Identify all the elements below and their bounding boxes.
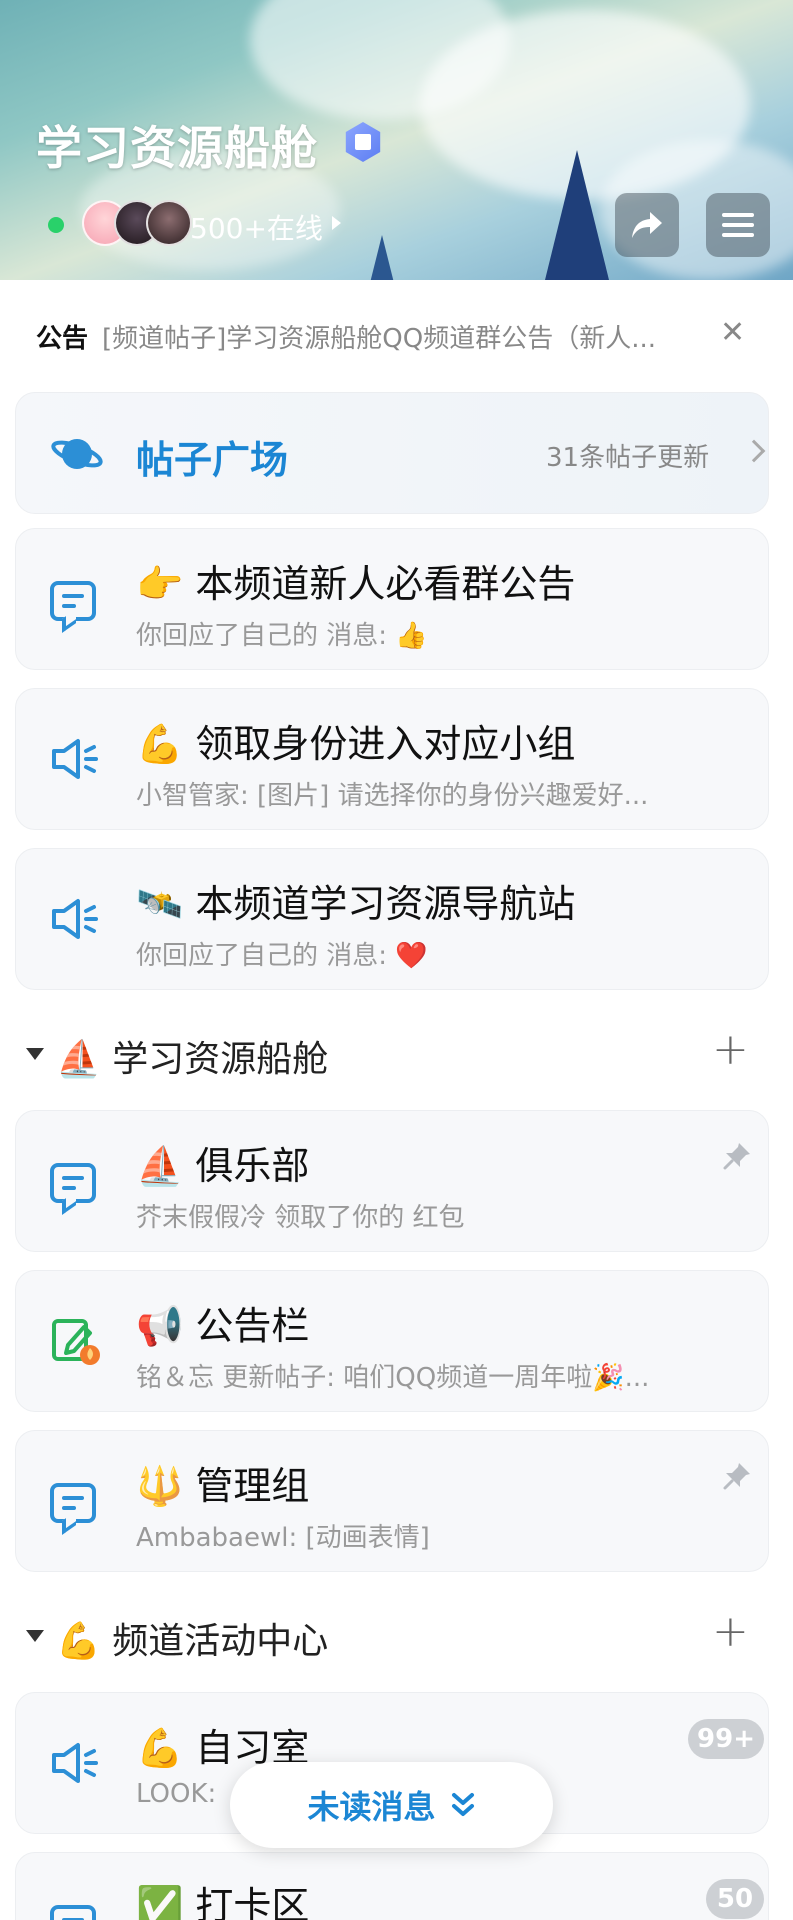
channel-emoji: 💪	[136, 1726, 184, 1770]
edit-post-icon	[52, 1319, 100, 1365]
channel-name: 💪 领取身份进入对应小组	[136, 713, 575, 768]
announcement-bar[interactable]: 公告 [频道帖子]学习资源船舱QQ频道群公告（新人... ✕	[0, 280, 793, 392]
channel-item[interactable]: ✅ 打卡区 50	[15, 1852, 769, 1920]
channel-emoji: 📢	[136, 1304, 184, 1348]
chat-icon	[50, 1905, 96, 1920]
menu-button[interactable]	[706, 193, 770, 257]
planet-icon	[51, 439, 103, 469]
online-count[interactable]: 500+在线	[190, 207, 323, 247]
announcement-label: 公告	[36, 324, 89, 354]
share-icon	[632, 212, 662, 238]
channel-group-name: ⛵ 学习资源船舱	[56, 1030, 328, 1082]
speaker-icon	[52, 739, 98, 779]
post-update-count: 31条帖子更新	[546, 443, 710, 473]
channel-item[interactable]: 👉 本频道新人必看群公告 你回应了自己的 消息: 👍	[15, 528, 769, 670]
channel-last-message: 芥末假假冷 领取了你的 红包	[136, 1203, 465, 1233]
channel-group-header[interactable]: ⛵ 学习资源船舱 +	[0, 1006, 793, 1096]
channel-emoji: 👉	[136, 562, 184, 606]
channel-last-message: 小智管家: [图片] 请选择你的身份兴趣爱好...	[136, 781, 649, 811]
channel-item[interactable]: 🛰️ 本频道学习资源导航站 你回应了自己的 消息: ❤️	[15, 848, 769, 990]
chevron-right-icon	[742, 439, 766, 463]
channel-header: 学习资源船舱 500+在线	[0, 0, 793, 280]
chat-icon	[50, 1163, 96, 1203]
chevron-right-icon[interactable]	[332, 216, 341, 230]
channel-group-name: 💪 频道活动中心	[56, 1612, 328, 1664]
channel-last-message: 铭＆忘 更新帖子: 咱们QQ频道一周年啦🎉...	[136, 1363, 650, 1393]
online-member-avatars[interactable]	[82, 200, 192, 246]
channel-last-message: LOOK:	[136, 1779, 217, 1809]
unread-count-badge: 50	[706, 1879, 764, 1919]
group-emoji: ⛵	[56, 1039, 101, 1080]
channel-emoji: ⛵	[136, 1144, 184, 1188]
speaker-icon	[52, 899, 98, 939]
post-plaza-title: 帖子广场	[136, 438, 289, 482]
channel-name: ⛵ 俱乐部	[136, 1135, 309, 1190]
channel-name: 🔱 管理组	[136, 1455, 309, 1510]
pin-icon	[723, 1463, 750, 1490]
collapse-triangle-icon[interactable]	[26, 1048, 44, 1060]
channel-last-message: 你回应了自己的 消息: 👍	[136, 621, 428, 651]
channel-name-text: 领取身份进入对应小组	[195, 722, 576, 766]
channel-name-text: 本频道新人必看群公告	[195, 562, 576, 606]
channel-item[interactable]: 💪 领取身份进入对应小组 小智管家: [图片] 请选择你的身份兴趣爱好...	[15, 688, 769, 830]
unread-count-badge: 99+	[688, 1719, 764, 1759]
chat-icon	[50, 1483, 96, 1523]
collapse-triangle-icon[interactable]	[26, 1630, 44, 1642]
avatar	[146, 200, 192, 246]
hamburger-icon	[722, 213, 754, 237]
channel-item[interactable]: ⛵ 俱乐部 芥末假假冷 领取了你的 红包	[15, 1110, 769, 1252]
share-button[interactable]	[615, 193, 679, 257]
channel-last-message: Ambabaewl: [动画表情]	[136, 1523, 430, 1553]
announcement-text[interactable]: [频道帖子]学习资源船舱QQ频道群公告（新人...	[102, 318, 707, 355]
double-chevron-down-icon	[451, 1793, 474, 1816]
channel-group-header[interactable]: 💪 频道活动中心 +	[0, 1588, 793, 1678]
close-icon[interactable]: ✕	[720, 318, 745, 348]
add-channel-icon[interactable]: +	[712, 1028, 749, 1072]
channel-name-text: 俱乐部	[195, 1144, 310, 1188]
channel-emoji: 🔱	[136, 1464, 184, 1508]
speaker-icon	[52, 1743, 98, 1783]
channel-name-text: 公告栏	[195, 1304, 310, 1348]
group-emoji: 💪	[56, 1621, 101, 1662]
channel-name-text: 管理组	[195, 1464, 310, 1508]
channel-item[interactable]: 🔱 管理组 Ambabaewl: [动画表情]	[15, 1430, 769, 1572]
channel-page: 学习资源船舱 500+在线 公告 [频道帖子]学习资源船舱QQ频道群公告（新人.…	[0, 0, 793, 1920]
group-name-text: 学习资源船舱	[112, 1039, 329, 1080]
header-tower-illustration	[370, 235, 394, 280]
online-status-dot	[48, 217, 64, 233]
channel-item[interactable]: 📢 公告栏 铭＆忘 更新帖子: 咱们QQ频道一周年啦🎉...	[15, 1270, 769, 1412]
unread-messages-button[interactable]: 未读消息	[230, 1762, 553, 1848]
channel-name: 👉 本频道新人必看群公告	[136, 553, 575, 608]
pin-icon	[723, 1143, 750, 1170]
unread-messages-label: 未读消息	[307, 1788, 436, 1826]
chat-icon	[50, 581, 96, 621]
channel-name: ✅ 打卡区	[136, 1875, 309, 1920]
channel-name-text: 打卡区	[195, 1884, 310, 1920]
channel-name: 📢 公告栏	[136, 1295, 309, 1350]
channel-emoji: 🛰️	[136, 882, 184, 926]
add-channel-icon[interactable]: +	[712, 1610, 749, 1654]
channel-title: 学习资源船舱	[36, 121, 318, 175]
header-tower-illustration	[545, 150, 609, 280]
channel-name: 🛰️ 本频道学习资源导航站	[136, 873, 575, 928]
post-plaza-card[interactable]: 帖子广场 31条帖子更新	[15, 392, 769, 514]
channel-last-message: 你回应了自己的 消息: ❤️	[136, 941, 428, 971]
group-name-text: 频道活动中心	[112, 1621, 329, 1662]
channel-level-badge-icon[interactable]	[345, 122, 381, 162]
channel-name-text: 本频道学习资源导航站	[195, 882, 576, 926]
channel-emoji: ✅	[136, 1884, 184, 1920]
channel-emoji: 💪	[136, 722, 184, 766]
